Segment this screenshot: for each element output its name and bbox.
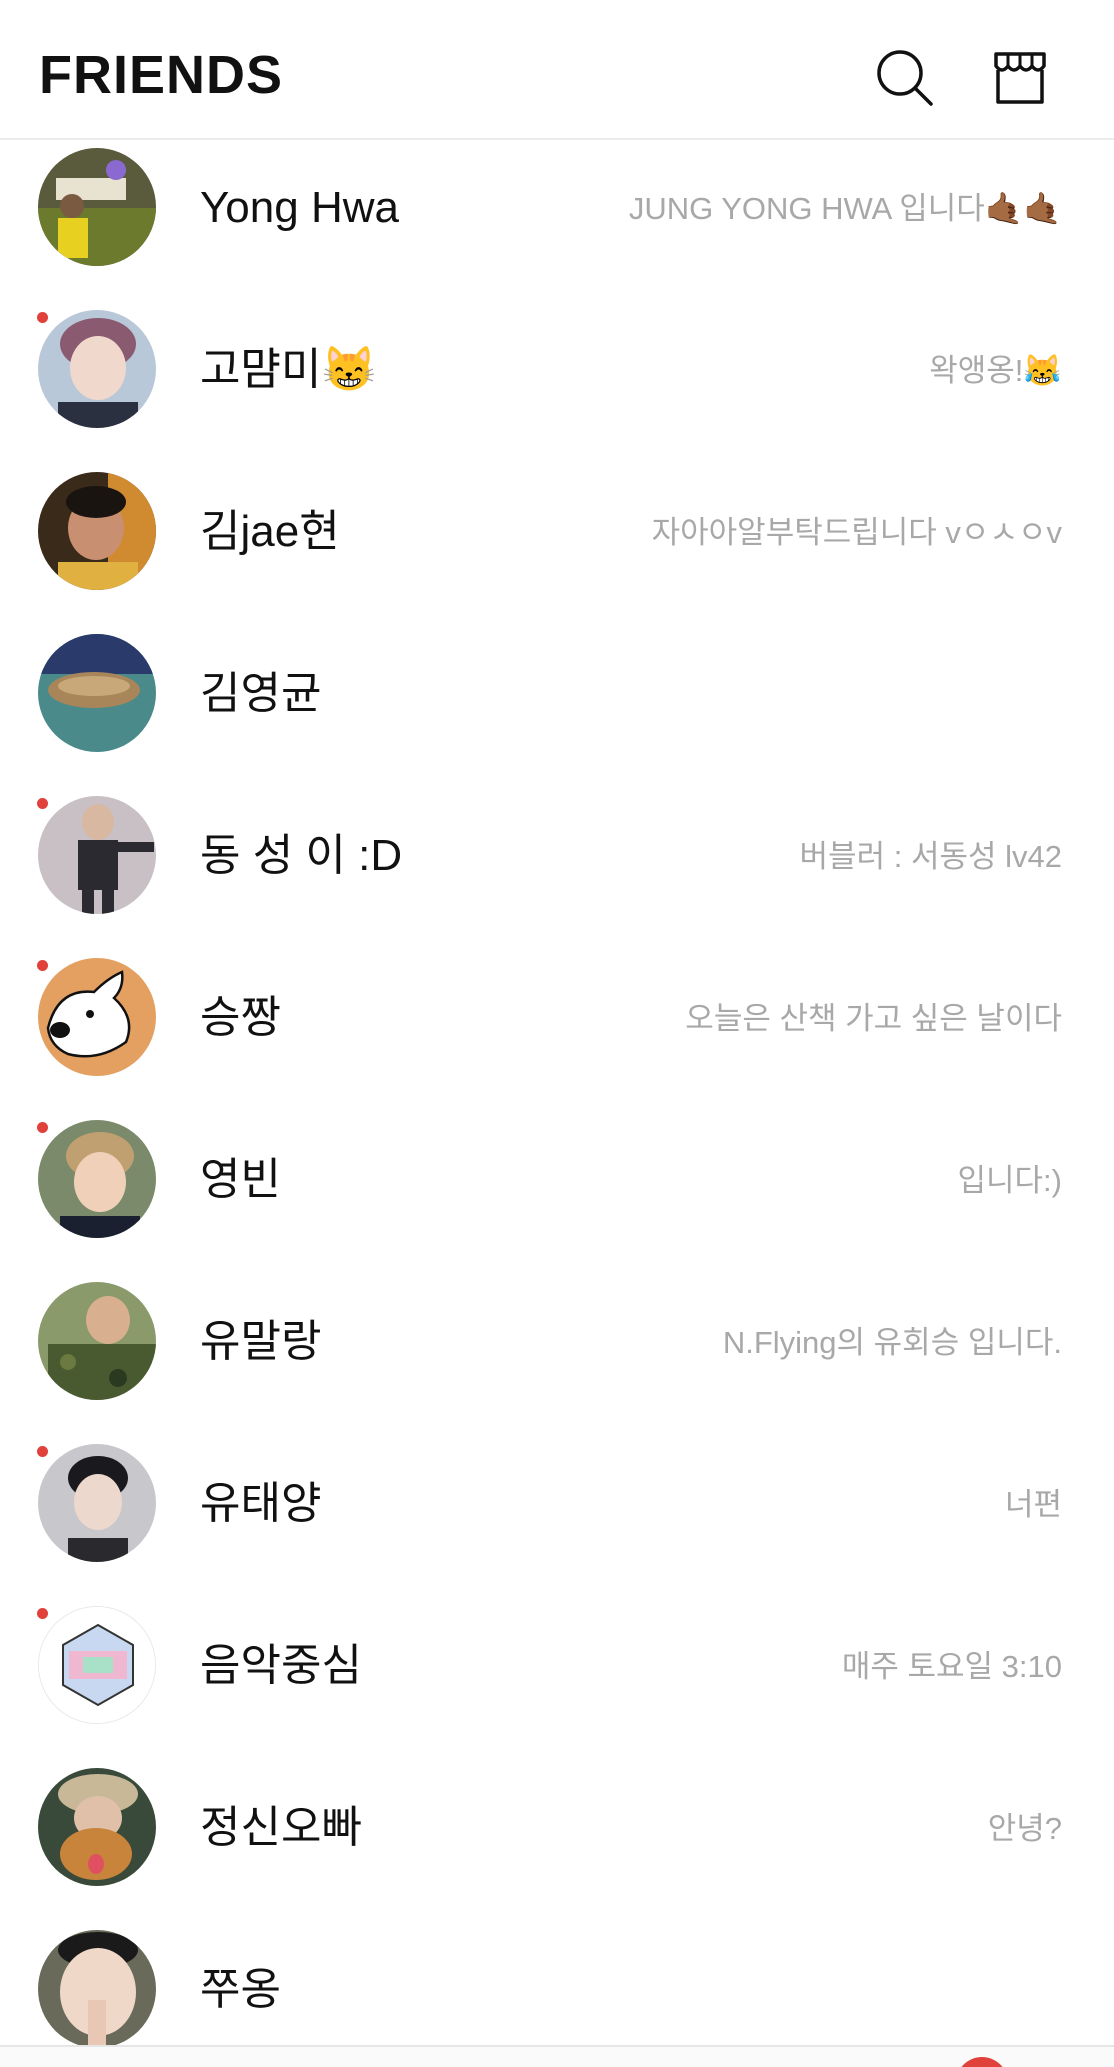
friend-name: 유태양 (200, 1479, 322, 1528)
friend-row[interactable]: 음악중심 매주 토요일 3:10 (0, 1598, 1114, 1760)
friend-name: 고먐미😸 (200, 345, 377, 394)
friend-status-message: 오늘은 산책 가고 싶은 날이다 (685, 1001, 1062, 1036)
avatar (38, 1282, 156, 1400)
new-indicator (37, 312, 48, 323)
page-title: FRIENDS (39, 45, 284, 105)
avatar (38, 1606, 156, 1724)
new-indicator (37, 1446, 48, 1457)
friend-row[interactable]: 정신오빠 안녕? (0, 1760, 1114, 1922)
friend-status-message: N.Flying의 유회승 입니다. (722, 1325, 1062, 1360)
friend-status-message: 매주 토요일 3:10 (841, 1649, 1062, 1684)
avatar (38, 148, 156, 266)
friend-name: 유말랑 (200, 1317, 322, 1366)
avatar (38, 472, 156, 590)
friend-row[interactable]: 영빈 입니다:) (0, 1112, 1114, 1274)
search-button[interactable] (873, 46, 937, 110)
new-indicator (37, 798, 48, 809)
avatar (38, 634, 156, 752)
friend-status-message: 너편 (1004, 1487, 1062, 1522)
avatar (38, 1120, 156, 1238)
friend-status-message: 버블러 : 서동성 lv42 (799, 839, 1062, 874)
bottom-tab-bar[interactable] (0, 2045, 1114, 2067)
friend-name: 승짱 (200, 993, 281, 1042)
shop-button[interactable] (988, 46, 1052, 110)
avatar (38, 1444, 156, 1562)
friend-status-message: 자아아알부탁드립니다 vㅇㅅㅇv (651, 515, 1062, 550)
friend-name: 음악중심 (200, 1641, 362, 1690)
friend-status-message: 입니다:) (957, 1163, 1063, 1198)
friend-status-message: 왁앵옹!😹 (929, 353, 1062, 388)
search-icon (877, 50, 933, 106)
friend-name: 쭈옹 (200, 1965, 281, 2014)
friend-list[interactable]: Yong Hwa JUNG YONG HWA 입니다🤙🏾🤙🏾 고먐미😸 왁앵옹!… (0, 140, 1114, 2045)
friend-row[interactable]: 승짱 오늘은 산책 가고 싶은 날이다 (0, 950, 1114, 1112)
friend-status-message: 안녕? (987, 1811, 1062, 1846)
avatar (38, 310, 156, 428)
new-indicator (37, 960, 48, 971)
new-indicator (37, 1608, 48, 1619)
new-indicator (37, 1122, 48, 1133)
friend-status-message: JUNG YONG HWA 입니다🤙🏾🤙🏾 (628, 191, 1062, 226)
friend-name: Yong Hwa (200, 183, 399, 232)
avatar (38, 1930, 156, 2045)
friend-row[interactable]: 김영균 (0, 626, 1114, 788)
friend-name: 동 성 이 :D (200, 831, 403, 880)
friend-row[interactable]: 유태양 너편 (0, 1436, 1114, 1598)
friend-name: 정신오빠 (200, 1803, 362, 1852)
avatar (38, 1768, 156, 1886)
friend-row[interactable]: 유말랑 N.Flying의 유회승 입니다. (0, 1274, 1114, 1436)
friend-name: 영빈 (200, 1155, 281, 1204)
friend-name: 김jae현 (200, 507, 340, 556)
avatar (38, 796, 156, 914)
friend-row[interactable]: 동 성 이 :D 버블러 : 서동성 lv42 (0, 788, 1114, 950)
friend-row[interactable]: 쭈옹 (0, 1922, 1114, 2045)
app-header: FRIENDS (0, 0, 1114, 140)
friend-row[interactable]: 고먐미😸 왁앵옹!😹 (0, 302, 1114, 464)
notification-badge (956, 2057, 1008, 2067)
shop-icon (994, 52, 1046, 104)
friend-name: 김영균 (200, 669, 322, 718)
friend-row[interactable]: 김jae현 자아아알부탁드립니다 vㅇㅅㅇv (0, 464, 1114, 626)
avatar (38, 958, 156, 1076)
friend-row[interactable]: Yong Hwa JUNG YONG HWA 입니다🤙🏾🤙🏾 (0, 140, 1114, 302)
